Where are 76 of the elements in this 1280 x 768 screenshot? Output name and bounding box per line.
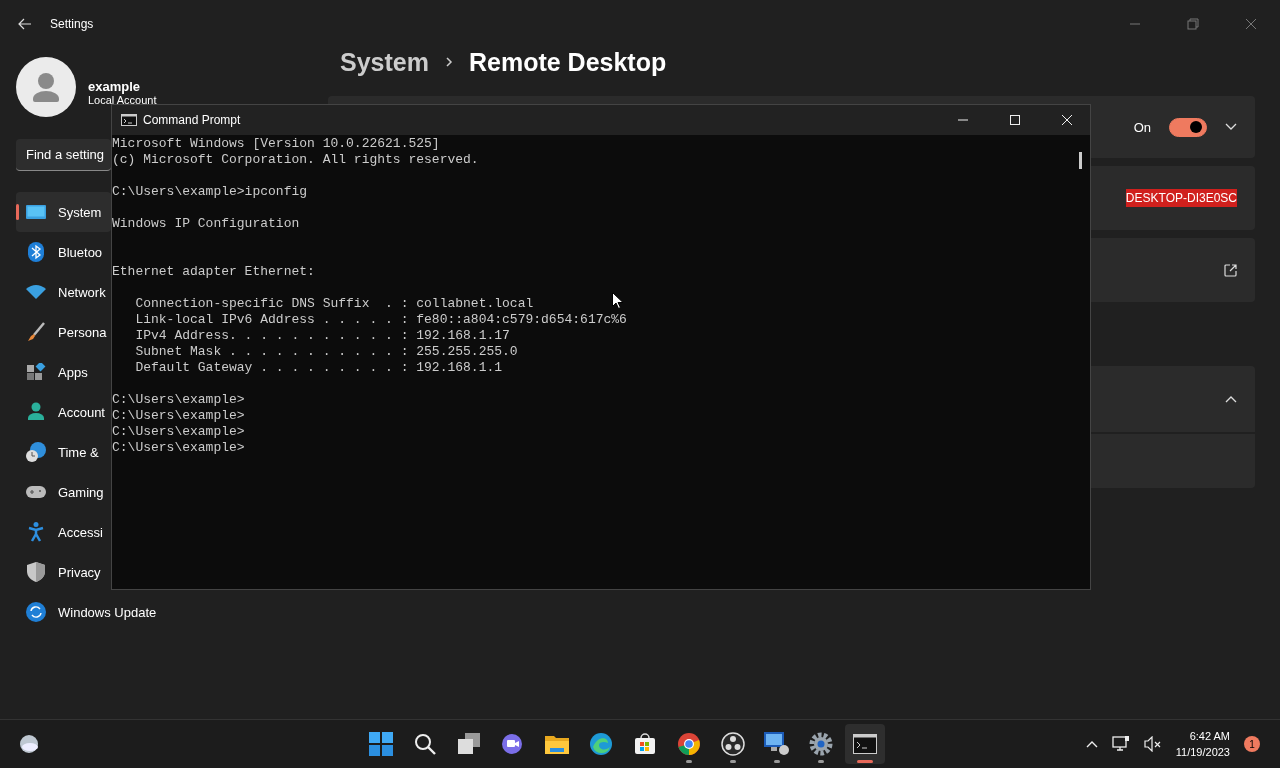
nav-item[interactable]: Privacy — [16, 552, 111, 592]
terminal-line: C:\Users\example> — [112, 408, 245, 423]
shopping-bag-icon — [634, 733, 657, 755]
chevron-icon[interactable] — [1225, 395, 1237, 403]
network-icon[interactable] — [1111, 736, 1130, 752]
breadcrumb-parent[interactable]: System — [340, 47, 429, 77]
scrollbar-thumb[interactable] — [1079, 152, 1082, 169]
window-title: Command Prompt — [143, 113, 241, 127]
search-icon — [414, 733, 437, 755]
terminal-line: (c) Microsoft Corporation. All rights reserved. — [112, 152, 479, 167]
folder-icon — [545, 734, 570, 754]
nav-item[interactable]: Account — [16, 392, 111, 432]
record-app-icon — [721, 732, 746, 756]
browser-swirl-icon — [589, 732, 614, 756]
weather-icon[interactable] — [17, 734, 41, 754]
task-view-icon — [457, 733, 482, 755]
page-title: Remote Desktop — [468, 47, 667, 77]
person-icon — [26, 402, 46, 422]
taskbar-app[interactable] — [845, 724, 886, 764]
cursor-icon — [612, 292, 623, 309]
remote-desktop-icon — [764, 732, 791, 756]
chevron-right-icon — [444, 56, 453, 68]
clock-time[interactable]: 6:42 AM — [1189, 728, 1230, 744]
terminal-line: Link-local IPv6 Address . . . . . : fe80::a804:c579:d654:617c%6 — [134, 312, 627, 327]
terminal-line: C:\Users\example>ipconfig — [112, 184, 308, 199]
terminal-line: C:\Users\example> — [112, 392, 245, 407]
chevron-icon[interactable] — [1225, 123, 1237, 131]
terminal-line: C:\Users\example> — [112, 440, 245, 455]
avatar-icon — [16, 57, 76, 117]
gamepad-icon — [26, 485, 46, 499]
back-icon[interactable] — [18, 18, 32, 30]
nav-item[interactable]: Network — [16, 272, 111, 312]
apps-icon — [26, 363, 46, 381]
nav-item[interactable]: Windows Update — [16, 592, 167, 632]
windows-logo-icon — [369, 732, 394, 756]
chevron-up-icon[interactable] — [1085, 740, 1098, 748]
search-field[interactable]: Find a setting — [16, 139, 111, 171]
external-link-icon — [1224, 263, 1237, 277]
terminal-line: Default Gateway . . . . . . . . . : 192.168.1.1 — [134, 360, 503, 375]
terminal-line: Connection-specific DNS Suffix . : collabnet.local — [134, 296, 534, 311]
toggle-switch[interactable] — [1169, 117, 1207, 137]
account-name: example — [88, 78, 142, 94]
bluetooth-icon — [26, 242, 46, 262]
monitor-icon — [26, 204, 46, 220]
terminal-line: C:\Users\example> — [112, 424, 245, 439]
volume-muted-icon[interactable] — [1143, 736, 1162, 752]
notification-badge[interactable]: 1 — [1244, 736, 1260, 752]
nav-item[interactable]: Gaming — [16, 472, 111, 512]
nav-item[interactable]: Bluetoo — [16, 232, 111, 272]
nav-item[interactable]: System — [16, 192, 111, 232]
nav-item[interactable]: Persona — [16, 312, 111, 352]
restore-icon[interactable] — [1187, 18, 1199, 30]
wifi-icon — [26, 285, 46, 299]
settings-icon — [809, 732, 834, 756]
accessibility-icon — [26, 522, 46, 542]
nav-item[interactable]: Time & — [16, 432, 111, 472]
toggle-state: On — [1133, 119, 1151, 135]
window-title: Settings — [50, 17, 94, 31]
terminal-icon — [121, 114, 137, 126]
update-icon — [26, 602, 46, 622]
terminal-icon — [853, 734, 878, 754]
terminal-line: Microsoft Windows [Version 10.0.22621.525] — [112, 136, 440, 151]
maximize-icon[interactable] — [1009, 114, 1021, 126]
clock-date[interactable]: 11/19/2023 — [1175, 744, 1230, 760]
brush-icon — [26, 322, 46, 342]
account-type: Local Account — [88, 93, 157, 106]
pc-name: DESKTOP-DI3E0SC — [1125, 189, 1237, 207]
nav-item[interactable]: Accessi — [16, 512, 111, 552]
browser-icon — [677, 732, 702, 756]
terminal-line: IPv4 Address. . . . . . . . . . . : 192.168.1.17 — [134, 328, 510, 343]
shield-icon — [26, 562, 46, 582]
terminal-line: Subnet Mask . . . . . . . . . . . : 255.255.255.0 — [134, 344, 518, 359]
terminal-line: Windows IP Configuration — [112, 216, 300, 231]
nav-item[interactable]: Apps — [16, 352, 111, 392]
globe-clock-icon — [26, 442, 46, 462]
terminal-line: Ethernet adapter Ethernet: — [112, 264, 315, 279]
